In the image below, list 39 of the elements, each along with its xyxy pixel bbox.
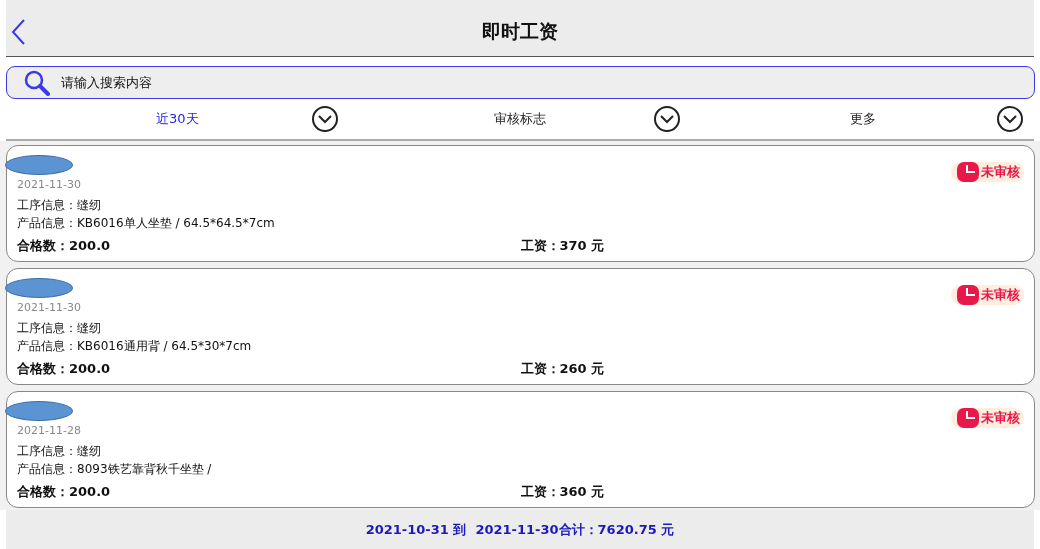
record-date: 2021-11-28 [17, 424, 81, 437]
filter-tab[interactable]: 更多 [845, 108, 880, 130]
filter-tab[interactable]: 近30天 [152, 108, 203, 130]
status-text: 未审核 [981, 409, 1020, 427]
wage-amount: 工资：360 元 [520, 483, 606, 501]
process-info: 工序信息：缝纫 [17, 197, 102, 214]
wage-amount: 工资：370 元 [520, 237, 606, 255]
qualified-count: 合格数：200.0 [17, 237, 112, 255]
search-icon [24, 70, 50, 96]
record-card[interactable]: 2021-11-28 未审核 工序信息：缝纫 产品信息：8093铁艺靠背秋千坐垫 / 合格数：200.0 工资：360 元 [6, 391, 1035, 508]
dropdown-button[interactable] [310, 105, 339, 133]
back-icon [10, 18, 26, 46]
qualified-count: 合格数：200.0 [17, 360, 112, 378]
wage-amount: 工资：260 元 [520, 360, 606, 378]
product-info: 产品信息：8093铁艺靠背秋千坐垫 / [17, 461, 213, 478]
status-text: 未审核 [981, 286, 1020, 304]
process-info: 工序信息：缝纫 [17, 320, 102, 337]
back-button[interactable] [10, 18, 26, 46]
product-info: 产品信息：KB6016单人坐垫 / 64.5*64.5*7cm [17, 215, 276, 232]
product-info: 产品信息：KB6016通用背 / 64.5*30*7cm [17, 338, 253, 355]
chevron-down-icon [996, 105, 1024, 133]
record-card[interactable]: 2021-11-30 未审核 工序信息：缝纫 产品信息：KB6016单人坐垫 / 64.5*64.5*7cm 合格数：200.0 工资：370 元 [6, 145, 1035, 262]
filter-tab[interactable]: 审核标志 [490, 108, 550, 130]
record-date: 2021-11-30 [17, 301, 81, 314]
total-summary: 2021-10-31 到 2021-11-30合计：7620.75 元 [365, 520, 675, 539]
record-date: 2021-11-30 [17, 178, 81, 191]
record-card[interactable]: 2021-11-30 未审核 工序信息：缝纫 产品信息：KB6016通用背 / 64.5*30*7cm 合格数：200.0 工资：260 元 [6, 268, 1035, 385]
clock-icon [957, 285, 979, 305]
dropdown-button[interactable] [996, 105, 1024, 133]
search-field[interactable]: 请输入搜索内容 [6, 66, 1035, 99]
page-title: 即时工资 [482, 19, 558, 44]
process-info: 工序信息：缝纫 [17, 443, 102, 460]
status-text: 未审核 [981, 163, 1020, 181]
chevron-down-icon [653, 105, 682, 133]
dropdown-button[interactable] [653, 105, 682, 133]
qualified-count: 合格数：200.0 [17, 483, 112, 501]
clock-icon [957, 162, 979, 182]
clock-icon [957, 408, 979, 428]
chevron-down-icon [310, 105, 339, 133]
